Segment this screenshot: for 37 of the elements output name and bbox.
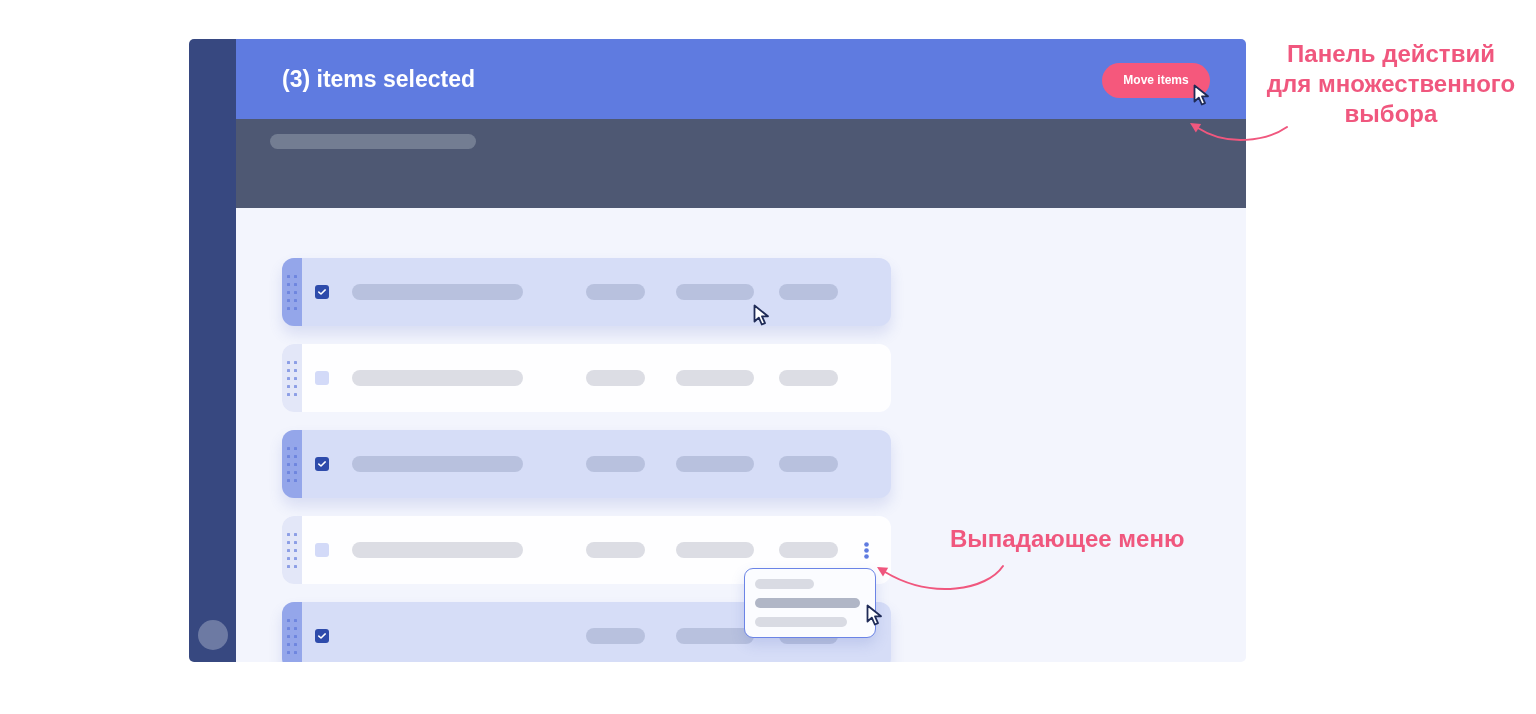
annotation-label: Панель действий для множественного выбора	[1266, 39, 1516, 129]
checkbox[interactable]	[315, 543, 329, 557]
text-placeholder	[586, 456, 645, 472]
text-placeholder	[586, 284, 645, 300]
more-options-icon[interactable]	[864, 541, 869, 559]
grip-icon	[287, 274, 297, 310]
annotation-label: Выпадающее меню	[950, 524, 1185, 554]
menu-item[interactable]	[755, 617, 847, 627]
checkbox[interactable]	[315, 371, 329, 385]
text-placeholder	[779, 456, 838, 472]
text-placeholder	[779, 542, 838, 558]
check-icon	[318, 461, 326, 467]
checkbox[interactable]	[315, 629, 329, 643]
drag-handle[interactable]	[282, 516, 302, 584]
checkbox[interactable]	[315, 457, 329, 471]
drag-handle[interactable]	[282, 430, 302, 498]
selection-count-title: (3) items selected	[282, 65, 476, 93]
text-placeholder	[779, 370, 838, 386]
drag-handle[interactable]	[282, 344, 302, 412]
checkbox[interactable]	[315, 285, 329, 299]
text-placeholder	[586, 542, 645, 558]
list-row[interactable]	[282, 344, 891, 412]
grip-icon	[287, 446, 297, 482]
text-placeholder	[586, 370, 645, 386]
grip-icon	[287, 618, 297, 654]
menu-item[interactable]	[755, 598, 860, 608]
check-icon	[318, 633, 326, 639]
drag-handle[interactable]	[282, 602, 302, 662]
text-placeholder	[779, 284, 838, 300]
check-icon	[318, 289, 326, 295]
drag-handle[interactable]	[282, 258, 302, 326]
text-placeholder	[586, 628, 645, 644]
move-items-button[interactable]: Move items	[1102, 62, 1210, 98]
avatar-circle[interactable]	[197, 620, 228, 650]
grip-icon	[287, 360, 297, 396]
grip-icon	[287, 532, 297, 568]
menu-item[interactable]	[755, 579, 814, 589]
